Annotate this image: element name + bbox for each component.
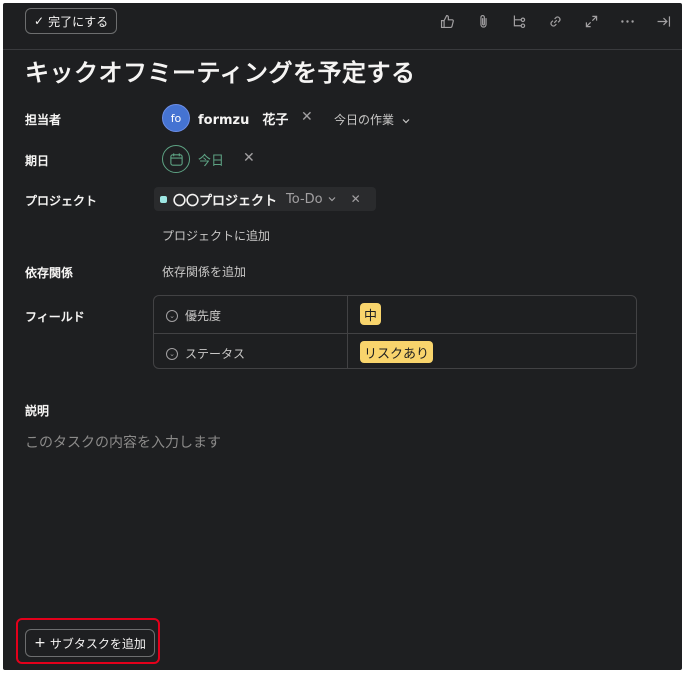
expand-icon[interactable] (581, 11, 601, 31)
field-name: ⌄ ステータス (166, 345, 245, 362)
add-subtask-label: サブタスクを追加 (49, 636, 146, 651)
thumbs-up-icon[interactable] (437, 11, 457, 31)
remove-project-icon[interactable]: ✕ (351, 192, 361, 206)
check-icon: ✓ (34, 14, 45, 28)
priority-value-badge[interactable]: 中 (360, 303, 382, 325)
chevron-circle-icon: ⌄ (166, 347, 178, 360)
description-input[interactable]: このタスクの内容を入力します (25, 432, 221, 452)
add-dependency-link[interactable]: 依存関係を追加 (162, 263, 246, 280)
task-detail-panel: ✓ 完了にする キックオフミーティングを予定する 担当者 fo formzu 花… (3, 3, 682, 670)
plus-icon: + (34, 635, 46, 651)
field-row-priority: ⌄ 優先度 中 (154, 296, 636, 332)
calendar-icon[interactable] (162, 145, 190, 173)
avatar[interactable]: fo (162, 104, 190, 132)
close-panel-icon[interactable] (653, 11, 673, 31)
dependencies-label: 依存関係 (25, 266, 74, 280)
description-label: 説明 (25, 404, 50, 418)
add-subtask-button[interactable]: + サブタスクを追加 (25, 629, 155, 657)
task-toolbar: ✓ 完了にする (3, 3, 682, 50)
due-date-value[interactable]: 今日 (198, 150, 224, 169)
project-label: プロジェクト (25, 194, 98, 208)
assignee-label: 担当者 (25, 113, 62, 127)
subtask-icon[interactable] (509, 11, 529, 31)
mark-complete-button[interactable]: ✓ 完了にする (25, 8, 118, 34)
field-row-status: ⌄ ステータス リスクあり (154, 333, 636, 370)
project-color-dot (160, 195, 167, 203)
fields-label: フィールド (25, 310, 85, 324)
remove-assignee-icon[interactable]: ✕ (301, 109, 313, 125)
project-section-dropdown[interactable]: To-Do (286, 192, 337, 207)
today-work-label: 今日の作業 (334, 113, 395, 127)
field-name-label: 優先度 (185, 309, 222, 323)
paperclip-icon[interactable] (473, 11, 493, 31)
link-icon[interactable] (545, 11, 565, 31)
task-title[interactable]: キックオフミーティングを予定する (25, 53, 416, 88)
more-icon[interactable] (617, 11, 637, 31)
custom-fields-table: ⌄ 優先度 中 ⌄ ステータス リスクあり (153, 295, 637, 369)
assignee-name[interactable]: formzu 花子 (198, 109, 288, 128)
today-work-dropdown[interactable]: 今日の作業 (334, 111, 411, 128)
field-name: ⌄ 優先度 (166, 307, 221, 324)
project-name[interactable]: 〇〇プロジェクト (173, 190, 277, 209)
chevron-down-icon (328, 197, 336, 202)
field-name-label: ステータス (185, 347, 246, 361)
mark-complete-label: 完了にする (48, 14, 109, 29)
chevron-circle-icon: ⌄ (166, 309, 178, 322)
add-to-project-link[interactable]: プロジェクトに追加 (162, 227, 270, 244)
due-date-label: 期日 (25, 154, 50, 168)
status-value-badge[interactable]: リスクあり (360, 341, 434, 363)
remove-due-date-icon[interactable]: ✕ (243, 150, 255, 166)
chevron-down-icon (402, 118, 410, 123)
project-section-label: To-Do (286, 191, 323, 207)
project-chip[interactable]: 〇〇プロジェクト To-Do ✕ (154, 187, 376, 211)
